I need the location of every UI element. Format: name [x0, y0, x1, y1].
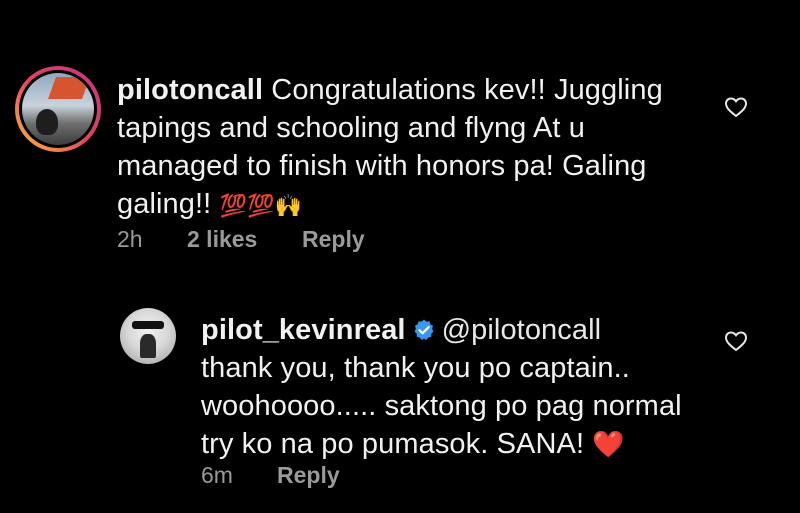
- red-heart-emoji: ❤️: [592, 429, 625, 459]
- likes-count[interactable]: 2 likes: [187, 226, 302, 253]
- reply-button[interactable]: Reply: [302, 226, 365, 253]
- emoji-hundred-clap: 💯💯🙌: [219, 193, 302, 218]
- avatar-pilotoncall[interactable]: [15, 66, 101, 152]
- comment-text-line: Congratulations kev!! Juggling: [271, 74, 663, 106]
- comment-text-line: managed to finish with honors pa! Galing: [117, 150, 647, 182]
- username-pilotoncall[interactable]: pilotoncall: [117, 74, 263, 106]
- reply-button[interactable]: Reply: [277, 462, 340, 489]
- comment-body-pilot-kevinreal: pilot_kevinreal @pilotoncall thank you, t…: [201, 311, 721, 463]
- heart-outline-icon[interactable]: [724, 96, 748, 118]
- comment-text-line: woohoooo..... saktong po pag normal: [201, 390, 682, 422]
- comment-text-line: thank you, thank you po captain..: [201, 352, 630, 384]
- mention-link[interactable]: @pilotoncall: [442, 314, 602, 346]
- comment-pilotoncall: pilotoncall Congratulations kev!! Juggli…: [0, 0, 800, 280]
- heart-outline-icon[interactable]: [724, 330, 748, 352]
- comment-meta-pilotoncall: 2h 2 likes Reply: [117, 226, 365, 253]
- username-pilot-kevinreal[interactable]: pilot_kevinreal: [201, 314, 406, 346]
- avatar-pilot-kevinreal[interactable]: [120, 308, 176, 364]
- timestamp: 2h: [117, 226, 143, 252]
- comment-body-pilotoncall: pilotoncall Congratulations kev!! Juggli…: [117, 71, 677, 225]
- verified-badge-icon: [414, 319, 434, 340]
- comment-pilot-kevinreal: pilot_kevinreal @pilotoncall thank you, t…: [0, 280, 800, 513]
- comment-text-line: galing!!: [117, 188, 212, 220]
- comment-text-line: tapings and schooling and flyng At u: [117, 112, 585, 144]
- comment-text-line: try ko na po pumasok. SANA!: [201, 428, 585, 460]
- timestamp: 6m: [201, 462, 233, 488]
- comment-meta-pilot-kevinreal: 6m Reply: [201, 462, 340, 489]
